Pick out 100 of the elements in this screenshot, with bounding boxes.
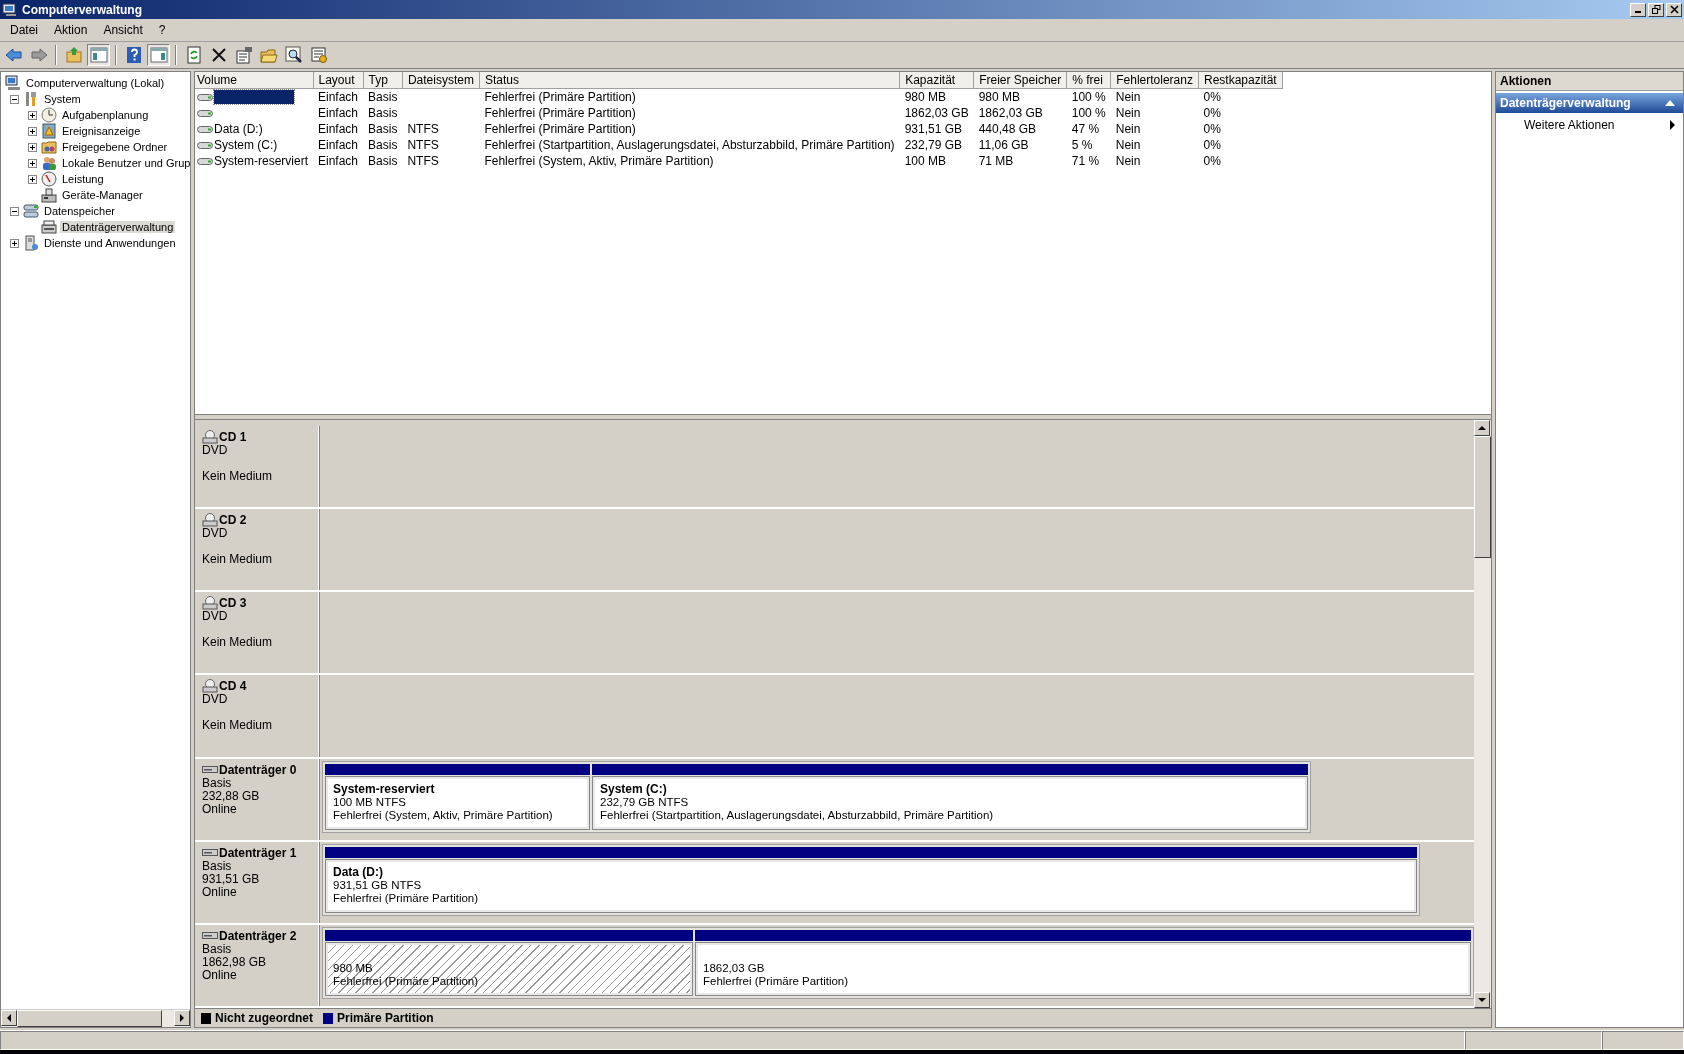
close-icon [1669,5,1679,14]
table-cell: Basis [368,138,398,152]
table-cell: Fehlerfrei (Startpartition, Auslagerungsdatei, Absturzabbild, Primäre Partition) [484,138,895,152]
disk-type: Basis [202,776,232,790]
menu-item[interactable]: Aktion [46,21,96,39]
column-header[interactable]: Fehlertoleranz [1110,72,1199,89]
disk-status: Online [202,802,237,816]
tree-item[interactable]: Datenträgerverwaltung [60,221,176,233]
disk-type: Basis [202,942,232,956]
vertical-scrollbar[interactable] [1474,420,1491,1008]
action-link[interactable]: Weitere Aktionen [1524,118,1615,132]
collapse-icon[interactable] [9,206,19,216]
column-header[interactable]: Layout [313,72,364,89]
tree-item[interactable]: Lokale Benutzer und Grup [60,157,190,169]
column-header[interactable]: Dateisystem [402,72,480,89]
legend-label: Nicht zugeordnet [215,1011,313,1025]
disk-name: Datenträger 2 [219,928,297,943]
partition-size: 232,79 GB NTFS [600,795,690,809]
table-cell: Fehlerfrei (Primäre Partition) [484,122,636,136]
tree-item[interactable]: Geräte-Manager [60,189,145,201]
table-cell: Einfach [318,90,359,104]
horizontal-scrollbar[interactable] [1,1009,190,1027]
tree-item[interactable]: Datenspeicher [42,205,117,217]
table-cell: 440,48 GB [978,122,1037,136]
menu-item[interactable]: Datei [2,21,46,39]
table-cell: NTFS [407,122,439,136]
column-header[interactable]: Kapazität [899,72,974,89]
tree-pane-icon[interactable] [87,44,110,66]
disk-label-panel[interactable]: Datenträger 1 Basis 931,51 GB Online [195,841,319,923]
column-header[interactable]: Volume [195,72,313,89]
actions-section-header[interactable]: Datenträgerverwaltung [1496,93,1683,113]
expand-icon[interactable] [27,158,37,168]
collapse-icon[interactable] [9,94,19,104]
section-title: Datenträgerverwaltung [1500,96,1631,110]
table-cell: NTFS [407,138,439,152]
table-cell: 100 % [1071,106,1106,120]
column-header[interactable]: Restkapazität [1198,72,1283,89]
expand-icon[interactable] [27,110,37,120]
disk-label-panel[interactable]: CD 3 DVD Kein Medium [195,592,319,674]
table-cell: Einfach [318,154,359,168]
disk-name: CD 4 [219,679,247,694]
cd-drive-icon [202,430,218,444]
disk-label-panel[interactable]: CD 2 DVD Kein Medium [195,509,319,591]
tree-item[interactable]: Leistung [60,173,106,185]
partition-size: 100 MB NTFS [333,795,406,809]
volume-name[interactable]: Data (D:) [214,122,263,136]
table-cell: 1862,03 GB [904,106,969,120]
table-cell: NTFS [407,154,439,168]
table-cell: Basis [368,154,398,168]
expand-icon[interactable] [27,126,37,136]
up-arrow-icon [1478,424,1486,432]
column-header[interactable]: Status [479,72,900,89]
scrollbar-thumb[interactable] [17,1010,162,1027]
tree-item[interactable]: Computerverwaltung (Lokal) [24,77,167,89]
gauge-icon [41,171,57,187]
column-header[interactable]: Typ [363,72,403,89]
table-cell: 47 % [1071,122,1100,136]
table-cell: 100 MB [904,154,946,168]
column-header[interactable]: Freier Speicher [973,72,1067,89]
menu-item[interactable]: ? [150,21,174,39]
volume-name[interactable]: System-reserviert [214,154,308,168]
table-cell: Einfach [318,106,359,120]
table-cell: Nein [1115,154,1141,168]
log-icon [41,123,57,139]
tree-item[interactable]: Dienste und Anwendungen [42,237,178,249]
table-cell: 980 MB [978,90,1021,104]
tree-item[interactable]: Freigegebene Ordner [60,141,170,153]
action-pane-icon[interactable] [147,44,170,66]
actions-header: Aktionen [1496,72,1683,91]
scrollbar-thumb[interactable] [1474,436,1491,558]
disk-type: DVD [202,527,229,541]
disk-type: DVD [202,693,229,707]
table-cell: Einfach [318,138,359,152]
restore-button[interactable] [1648,2,1664,17]
partition-size: 1862,03 GB [703,961,766,975]
minimize-button[interactable] [1630,2,1646,17]
tree-item[interactable]: Aufgabenplanung [60,109,151,121]
disk-status: Kein Medium [202,719,274,733]
menu-item[interactable]: Ansicht [95,21,151,39]
table-cell: 71 % [1071,154,1100,168]
table-cell: Basis [368,90,398,104]
expand-icon[interactable] [27,174,37,184]
tree-item[interactable]: Ereignisanzeige [60,125,143,137]
close-button[interactable] [1666,2,1682,17]
disk-label-panel[interactable]: Datenträger 0 Basis 232,88 GB Online [195,758,319,840]
disk-label-panel[interactable]: CD 1 DVD Kein Medium [195,426,319,508]
table-cell: 0% [1203,122,1221,136]
expand-icon[interactable] [9,238,19,248]
volume-name[interactable]: System (C:) [214,138,278,152]
table-cell: 0% [1203,154,1221,168]
disk-label-panel[interactable]: CD 4 DVD Kein Medium [195,675,319,757]
disk-name: Datenträger 0 [219,762,297,777]
column-header[interactable]: % frei [1066,72,1111,89]
table-cell: Basis [368,106,398,120]
disk-status: Online [202,885,237,899]
expand-icon[interactable] [27,142,37,152]
disk-label-panel[interactable]: Datenträger 2 Basis 1862,98 GB Online [195,924,319,1006]
tree-item[interactable]: System [42,93,83,105]
disk-drive-icon [41,219,57,235]
table-cell: 5 % [1071,138,1093,152]
